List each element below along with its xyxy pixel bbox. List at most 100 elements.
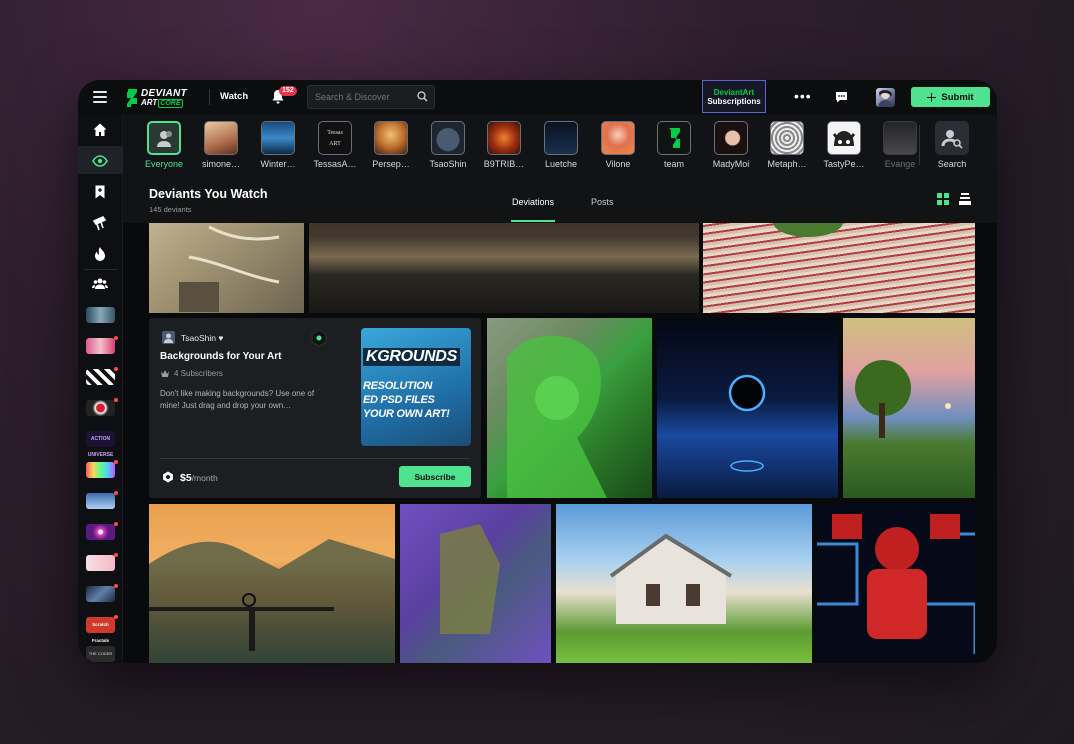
sidebar-group-thumb[interactable] <box>86 400 115 416</box>
submit-button[interactable]: Submit <box>911 87 990 107</box>
sidebar-group-thumb[interactable]: ACTION UNIVERSE <box>86 431 115 458</box>
watch-item-vilone[interactable]: Vilone <box>600 121 636 171</box>
watch-label: MadyMoi <box>712 159 750 169</box>
watch-label: TastyPe… <box>823 159 865 169</box>
card-title[interactable]: Backgrounds for Your Art <box>160 351 282 362</box>
sidebar-group-thumb[interactable] <box>86 586 115 602</box>
groups-icon[interactable] <box>92 276 108 292</box>
subscription-card[interactable]: TsaoShin ♥ Backgrounds for Your Art 4 Su… <box>149 318 481 498</box>
watch-link[interactable]: Watch <box>220 91 248 102</box>
watch-item-luetche[interactable]: Luetche <box>543 121 579 171</box>
watch-label: simone… <box>201 159 240 169</box>
deviation-thumbnail[interactable] <box>400 504 551 663</box>
tab-posts[interactable]: Posts <box>591 197 614 207</box>
sidebar-group-thumb[interactable] <box>86 555 115 571</box>
deviation-thumbnail[interactable] <box>487 318 652 498</box>
chat-icon[interactable] <box>835 91 848 103</box>
deviation-thumbnail[interactable] <box>817 504 975 663</box>
person-search-icon <box>941 130 963 149</box>
subscriptions-button[interactable]: DeviantArt Subscriptions <box>702 80 766 113</box>
preview-text: ED PSD FILES <box>363 394 435 406</box>
watch-label: Winter… <box>260 159 296 169</box>
watch-item-b9trib[interactable]: B9TRIB… <box>484 121 524 171</box>
grid-view-icon[interactable] <box>937 193 949 205</box>
strip-divider <box>919 125 920 165</box>
sidebar-group-thumb[interactable] <box>86 524 115 540</box>
watch-item-simone[interactable]: simone… <box>202 121 240 171</box>
card-username[interactable]: TsaoShin ♥ <box>181 333 223 343</box>
sidebar-group-thumb[interactable]: Scratch Fractals <box>86 617 115 643</box>
artwork-robot-icon <box>817 514 975 654</box>
deviant-count: 145 deviants <box>149 205 192 214</box>
deviantart-logo[interactable]: DEVIANT ART CORE <box>126 87 187 109</box>
sidebar-group-thumb[interactable] <box>86 307 115 323</box>
people-icon <box>157 131 172 147</box>
deviation-thumbnail[interactable] <box>149 504 395 663</box>
section-header: Deviants You Watch 145 deviants Deviatio… <box>123 177 997 223</box>
trending-fire-icon[interactable] <box>92 246 108 262</box>
sidebar-group-thumb[interactable] <box>86 338 115 354</box>
search-icon[interactable] <box>417 91 428 102</box>
deviation-thumbnail[interactable] <box>149 223 304 313</box>
search-input[interactable] <box>308 86 408 108</box>
artwork-building-icon <box>609 533 733 624</box>
card-subscribers: 4 Subscribers <box>174 369 223 378</box>
deviant-avatar <box>770 121 804 155</box>
watch-item-tsaoshin[interactable]: TsaoShin <box>429 121 467 171</box>
watch-label: Vilone <box>605 159 631 169</box>
app-window: DEVIANT ARTCORE Watch 152 DeviantArt Sub… <box>78 80 997 663</box>
card-preview-image[interactable]: KGROUNDS RESOLUTION ED PSD FILES YOUR OW… <box>361 328 471 446</box>
deviant-avatar <box>374 121 408 155</box>
sidebar-group-thumb[interactable]: THE CODER <box>86 646 115 662</box>
deviation-thumbnail[interactable] <box>843 318 975 498</box>
deviation-thumbnail[interactable] <box>556 504 812 663</box>
watch-item-persep[interactable]: Persep… <box>372 121 410 171</box>
watch-item-tessas[interactable]: Tessas ART TessasA… <box>313 121 357 171</box>
tab-deviations[interactable]: Deviations <box>512 197 554 207</box>
watch-eye-icon[interactable] <box>92 153 108 169</box>
user-avatar[interactable] <box>876 88 895 107</box>
watch-item-team[interactable]: team <box>656 121 692 171</box>
notification-dot <box>114 398 118 402</box>
notification-dot <box>114 367 118 371</box>
sidebar: ACTION UNIVERSE Scratch Fractals THE COD… <box>78 115 123 663</box>
subscription-hex-icon <box>163 471 173 483</box>
subscribe-button[interactable]: Subscribe <box>399 466 471 487</box>
watch-label: Persep… <box>372 159 410 169</box>
watch-search-button[interactable]: Search <box>934 121 970 171</box>
deviation-thumbnail[interactable] <box>309 223 699 313</box>
artwork-figure-icon <box>507 335 607 498</box>
sidebar-group-thumb[interactable] <box>86 493 115 509</box>
more-options-icon[interactable]: ••• <box>794 89 812 103</box>
notification-badge: 152 <box>279 86 297 96</box>
notification-dot <box>114 553 118 557</box>
deviation-thumbnail[interactable] <box>703 223 975 313</box>
bookmark-icon[interactable] <box>92 184 108 200</box>
watch-item-winter[interactable]: Winter… <box>260 121 296 171</box>
watch-label: Luetche <box>544 159 578 169</box>
list-view-icon[interactable] <box>959 193 971 205</box>
card-divider <box>160 458 470 459</box>
watch-item-madymoi[interactable]: MadyMoi <box>713 121 749 171</box>
watch-label: team <box>663 159 684 169</box>
crown-icon <box>161 370 169 377</box>
menu-icon[interactable] <box>93 91 107 103</box>
watch-item-metaph[interactable]: Metaph… <box>767 121 807 171</box>
shop-icon[interactable] <box>92 215 108 231</box>
watch-item-tastype[interactable]: TastyPe… <box>823 121 865 171</box>
sidebar-group-thumb[interactable] <box>86 369 115 385</box>
watch-item-evange[interactable]: Evange <box>882 121 918 171</box>
plus-icon <box>927 92 937 102</box>
watched-deviants-strip: Everyone simone… Winter… Tessas ART Tessa… <box>123 115 997 177</box>
watch-label: TsaoShin <box>429 159 467 169</box>
search-bar[interactable] <box>307 85 435 109</box>
deviant-avatar <box>827 121 861 155</box>
card-username-text[interactable]: TsaoShin <box>181 333 216 343</box>
sidebar-group-thumb[interactable] <box>86 462 115 478</box>
watch-filter-everyone[interactable]: Everyone <box>145 121 183 171</box>
watch-label: B9TRIB… <box>483 159 525 169</box>
artwork-tree-icon <box>855 360 951 438</box>
home-icon[interactable] <box>92 122 108 138</box>
deviation-thumbnail[interactable] <box>657 318 838 498</box>
active-tab-indicator <box>511 220 555 222</box>
